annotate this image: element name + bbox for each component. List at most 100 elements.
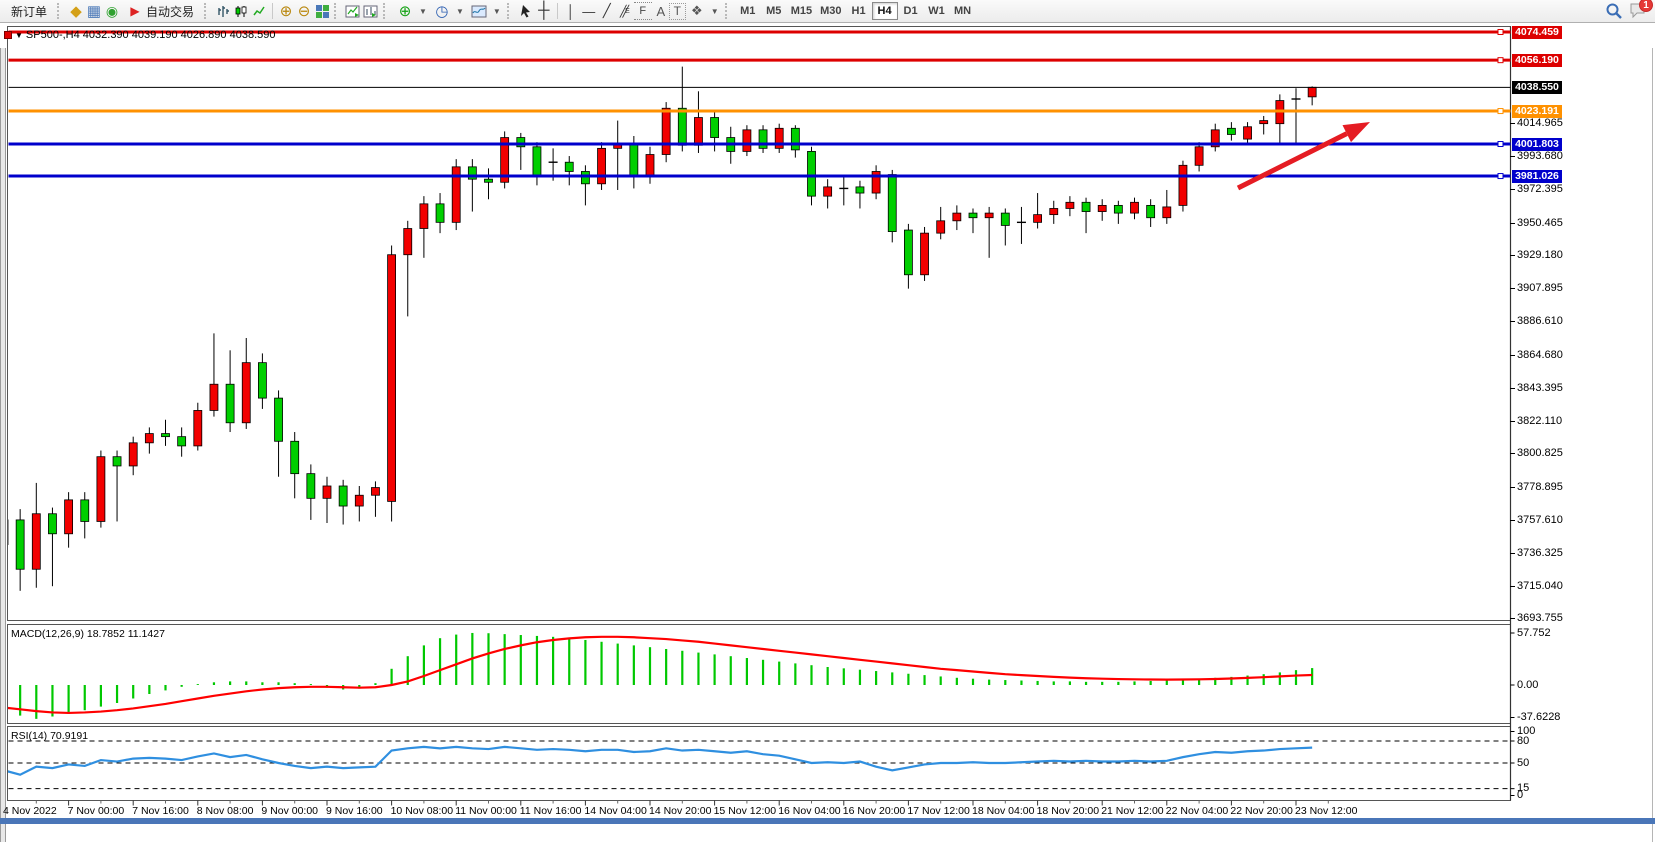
timeframe-button-w1[interactable]: W1	[924, 2, 950, 20]
timeframe-button-m30[interactable]: M30	[816, 2, 845, 20]
candle-body	[32, 514, 40, 570]
candle-body	[1050, 208, 1058, 214]
text-tool-icon[interactable]: A	[652, 2, 670, 20]
timeframe-button-m1[interactable]: M1	[735, 2, 761, 20]
toolbar-grip	[383, 3, 390, 19]
candle-body	[97, 457, 105, 522]
search-icon[interactable]	[1605, 2, 1623, 20]
cursor-icon[interactable]	[517, 2, 535, 20]
signal-icon[interactable]: ◉	[103, 2, 121, 20]
candle-body	[226, 384, 234, 423]
templates-button[interactable]: ▼	[467, 0, 504, 23]
candle-body	[355, 495, 363, 506]
time-axis-label: 21 Nov 12:00	[1101, 805, 1163, 817]
horizontal-line-tool-icon[interactable]: —	[580, 2, 598, 20]
macd-indicator-label: MACD(12,26,9) 18.7852 11.1427	[11, 628, 165, 640]
autotrade-icon: ▶	[128, 2, 142, 20]
label-tool-icon[interactable]: T	[670, 4, 685, 19]
chart-shift-icon[interactable]	[362, 2, 380, 20]
line-handle[interactable]	[1498, 174, 1503, 179]
candle-body	[630, 144, 638, 176]
periods-button[interactable]: ◷▼	[430, 0, 467, 23]
fibonacci-tool-icon[interactable]: F	[634, 2, 652, 20]
price-tick-label: 3778.895	[1517, 481, 1563, 493]
toolbar-grip	[725, 3, 732, 19]
bar-chart-icon[interactable]	[214, 2, 232, 20]
rsi-scale-label: 80	[1517, 735, 1529, 747]
chart-canvas[interactable]	[0, 0, 1655, 824]
one-click-trading-icon[interactable]	[4, 31, 12, 39]
new-order-label: 新订单	[11, 3, 47, 20]
timeframe-button-h1[interactable]: H1	[846, 2, 872, 20]
candle-body	[533, 147, 541, 176]
candle-body	[404, 229, 412, 255]
macd-scale-label: 57.752	[1517, 627, 1551, 639]
candle-body	[485, 179, 493, 182]
time-axis-label: 15 Nov 12:00	[714, 805, 776, 817]
candle-body	[291, 441, 299, 473]
candle-body	[711, 118, 719, 138]
timeframe-button-m15[interactable]: M15	[787, 2, 816, 20]
time-axis-label: 9 Nov 16:00	[326, 805, 383, 817]
trendline-tool-icon[interactable]: ╱	[598, 2, 616, 20]
candle-body	[888, 175, 896, 232]
shapes-icon: ❖	[688, 2, 706, 20]
chevron-down-icon: ▼	[711, 7, 719, 16]
indicators-button[interactable]: ⊕▼	[393, 0, 430, 23]
candle-body	[646, 155, 654, 177]
candle-body	[598, 148, 606, 183]
candle-body	[162, 434, 170, 437]
price-line-badge: 4074.459	[1512, 26, 1562, 39]
price-tick-label: 3822.110	[1517, 415, 1562, 427]
candle-body	[1066, 202, 1074, 208]
candle-body	[953, 213, 961, 221]
line-handle[interactable]	[1498, 142, 1503, 147]
rsi-scale-label: 0	[1517, 789, 1523, 801]
candlestick-chart-icon[interactable]	[232, 2, 250, 20]
new-order-button[interactable]: 新订单	[4, 0, 54, 23]
candle-body	[210, 384, 218, 410]
price-tick-label: 3950.465	[1517, 217, 1563, 229]
taskbar-edge	[0, 818, 1655, 824]
timeframe-button-h4[interactable]: H4	[872, 2, 898, 20]
price-tick-label: 3907.895	[1517, 282, 1563, 294]
candle-body	[178, 437, 186, 446]
price-tick-label: 4014.965	[1517, 117, 1563, 129]
time-axis-label: 23 Nov 12:00	[1295, 805, 1357, 817]
toolbar-grip	[204, 3, 211, 19]
candle-body	[856, 187, 864, 193]
rsi-scale-label: 50	[1517, 757, 1529, 769]
shapes-button[interactable]: ❖▼	[685, 0, 722, 23]
notifications-button[interactable]: 1	[1629, 1, 1649, 21]
time-axis-label: 18 Nov 04:00	[972, 805, 1034, 817]
candle-body	[1179, 165, 1187, 205]
timeframe-button-d1[interactable]: D1	[898, 2, 924, 20]
timeframe-button-m5[interactable]: M5	[761, 2, 787, 20]
candle-body	[242, 363, 250, 423]
chart-window-icon[interactable]	[344, 2, 362, 20]
market-watch-icon[interactable]: ◆	[67, 2, 85, 20]
candle-body	[1082, 202, 1090, 211]
line-chart-icon[interactable]	[250, 2, 268, 20]
line-handle[interactable]	[1498, 30, 1503, 35]
candle-body	[129, 443, 137, 466]
candle-body	[48, 514, 56, 534]
autotrade-button[interactable]: ▶ 自动交易	[121, 0, 201, 23]
line-handle[interactable]	[1498, 109, 1503, 114]
terminal-icon[interactable]: ▦	[85, 2, 103, 20]
zoom-in-icon[interactable]: ⊕	[277, 2, 295, 20]
candle-body	[1034, 215, 1042, 223]
tile-windows-icon[interactable]	[313, 2, 331, 20]
timeframe-button-mn[interactable]: MN	[950, 2, 976, 20]
vertical-line-tool-icon[interactable]: │	[562, 2, 580, 20]
time-axis-label: 8 Nov 08:00	[197, 805, 254, 817]
symbol-dropdown-icon[interactable]: ▼	[15, 31, 23, 40]
crosshair-icon[interactable]: ┼	[535, 2, 553, 20]
price-line-badge: 4056.190	[1512, 54, 1562, 67]
candle-body	[81, 500, 89, 522]
candle-body	[420, 204, 428, 229]
macd-scale-label: -37.6228	[1517, 711, 1560, 723]
channel-tool-icon[interactable]: ╱╱E	[616, 2, 634, 20]
zoom-out-icon[interactable]: ⊖	[295, 2, 313, 20]
line-handle[interactable]	[1498, 58, 1503, 63]
